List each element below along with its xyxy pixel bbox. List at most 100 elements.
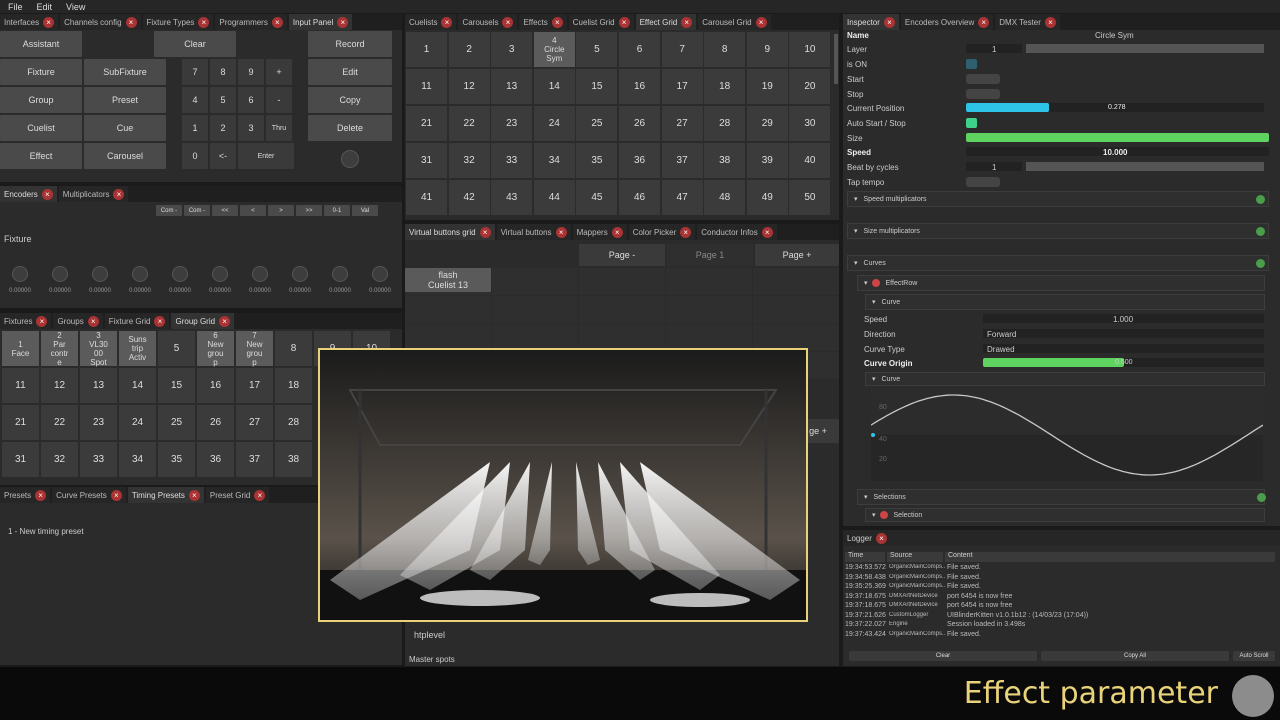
- close-tab-icon[interactable]: ×: [761, 226, 773, 238]
- effect-row-section[interactable]: ▾ EffectRow: [857, 275, 1265, 291]
- input-btn-carousel[interactable]: Carousel: [84, 143, 166, 169]
- logger-tab[interactable]: Logger ×: [843, 530, 1280, 546]
- is-on-toggle[interactable]: [966, 59, 977, 69]
- effect-cell-13[interactable]: 13: [491, 69, 533, 104]
- keypad-thru[interactable]: Thru: [266, 115, 292, 141]
- encoder-btn-2[interactable]: <<: [212, 205, 238, 216]
- group-cell-17[interactable]: 17: [236, 368, 273, 403]
- effect-cell-36[interactable]: 36: [619, 143, 660, 178]
- group-cell-12[interactable]: 12: [41, 368, 78, 403]
- close-tab-icon[interactable]: ×: [254, 489, 266, 501]
- close-tab-icon[interactable]: ×: [479, 226, 491, 238]
- vb-flash-cuelist-13[interactable]: flash Cuelist 13: [405, 268, 491, 292]
- effect-cell-33[interactable]: 33: [491, 143, 533, 178]
- effect-cell-34[interactable]: 34: [533, 143, 575, 178]
- effect-cell-17[interactable]: 17: [661, 69, 703, 104]
- effect-cell-15[interactable]: 15: [576, 69, 618, 104]
- vb-slot[interactable]: [492, 324, 578, 351]
- tab-cuelists[interactable]: Cuelists ×: [405, 14, 457, 30]
- input-btn-delete[interactable]: Delete: [308, 115, 392, 141]
- scrollbar[interactable]: [834, 34, 838, 84]
- menu-view[interactable]: View: [66, 2, 85, 12]
- add-speed-mult-icon[interactable]: [1256, 195, 1265, 204]
- keypad-1[interactable]: 1: [182, 115, 208, 141]
- effect-cell-47[interactable]: 47: [661, 180, 703, 215]
- close-tab-icon[interactable]: ×: [755, 16, 767, 28]
- effect-cell-28[interactable]: 28: [704, 106, 746, 141]
- tab-carousels[interactable]: Carousels ×: [458, 14, 518, 30]
- group-cell-13[interactable]: 13: [80, 368, 117, 403]
- tab-conductor-infos[interactable]: Conductor Infos ×: [697, 224, 777, 240]
- close-tab-icon[interactable]: ×: [271, 16, 283, 28]
- effect-cell-16[interactable]: 16: [619, 69, 660, 104]
- layer-stepper[interactable]: [1026, 44, 1264, 53]
- keypad-6[interactable]: 6: [238, 87, 264, 113]
- tab-fixture-types[interactable]: Fixture Types ×: [142, 14, 214, 30]
- effect-cell-14[interactable]: 14: [533, 69, 575, 104]
- tab-group-grid[interactable]: Group Grid ×: [171, 313, 235, 329]
- group-cell-5[interactable]: 5: [158, 331, 195, 366]
- vb-slot[interactable]: [666, 296, 752, 323]
- effect-cell-9[interactable]: 9: [746, 32, 788, 67]
- encoder-btn-7[interactable]: Val: [352, 205, 378, 216]
- tab-input-panel[interactable]: Input Panel ×: [288, 14, 353, 30]
- group-cell-32[interactable]: 36: [197, 442, 234, 477]
- effect-cell-38[interactable]: 38: [704, 143, 746, 178]
- power-icon[interactable]: [871, 279, 880, 287]
- effect-cell-46[interactable]: 46: [619, 180, 660, 215]
- effect-cell-27[interactable]: 27: [661, 106, 703, 141]
- input-btn-assistant[interactable]: Assistant: [0, 31, 82, 57]
- logger-auto-scroll-button[interactable]: Auto Scroll: [1233, 651, 1275, 661]
- tab-effects[interactable]: Effects ×: [519, 14, 567, 30]
- effect-cell-7[interactable]: 7: [661, 32, 703, 67]
- tab-cuelist-grid[interactable]: Cuelist Grid ×: [568, 14, 634, 30]
- effect-cell-12[interactable]: 12: [448, 69, 490, 104]
- group-cell-29[interactable]: 33: [80, 442, 117, 477]
- page-plus-button[interactable]: Page +: [755, 244, 839, 266]
- effect-cell-22[interactable]: 22: [448, 106, 490, 141]
- close-tab-icon[interactable]: ×: [113, 188, 125, 200]
- group-cell-19[interactable]: 21: [2, 405, 39, 440]
- effect-cell-40[interactable]: 40: [789, 143, 831, 178]
- close-tab-icon[interactable]: ×: [1044, 16, 1056, 28]
- close-tab-icon[interactable]: ×: [87, 315, 99, 327]
- encoder-knob-4[interactable]: [132, 266, 148, 282]
- group-cell-1[interactable]: 1 Face: [2, 331, 39, 366]
- vb-slot[interactable]: [753, 324, 839, 351]
- keypad-4[interactable]: 4: [182, 87, 208, 113]
- effect-cell-2[interactable]: 2: [448, 32, 490, 67]
- tab-encoders[interactable]: Encoders ×: [0, 186, 57, 202]
- tab-interfaces[interactable]: Interfaces ×: [0, 14, 59, 30]
- tap-tempo-button[interactable]: [966, 177, 1000, 187]
- keypad-3[interactable]: 3: [238, 115, 264, 141]
- close-tab-icon[interactable]: ×: [337, 16, 349, 28]
- effect-cell-10[interactable]: 10: [789, 32, 831, 67]
- page-minus-button[interactable]: Page -: [579, 244, 665, 266]
- group-cell-33[interactable]: 37: [236, 442, 273, 477]
- encoder-knob-1[interactable]: [12, 266, 28, 282]
- effect-cell-49[interactable]: 49: [746, 180, 788, 215]
- effect-cell-5[interactable]: 5: [576, 32, 618, 67]
- group-cell-20[interactable]: 22: [41, 405, 78, 440]
- group-cell-25[interactable]: 27: [236, 405, 273, 440]
- tab-effect-grid[interactable]: Effect Grid ×: [635, 14, 697, 30]
- effect-cell-4[interactable]: 4 Circle Sym: [533, 32, 575, 67]
- close-tab-icon[interactable]: ×: [198, 16, 210, 28]
- group-cell-27[interactable]: 31: [2, 442, 39, 477]
- tab-encoders-overview[interactable]: Encoders Overview ×: [900, 14, 994, 30]
- encoder-knob-7[interactable]: [252, 266, 268, 282]
- tab-multiplicators[interactable]: Multiplicators ×: [58, 186, 129, 202]
- curves-section[interactable]: ▾ Curves: [847, 255, 1269, 271]
- vb-slot[interactable]: [579, 268, 665, 295]
- effect-cell-31[interactable]: 31: [406, 143, 447, 178]
- group-cell-8[interactable]: 8: [275, 331, 312, 366]
- effect-cell-23[interactable]: 23: [491, 106, 533, 141]
- auto-start-toggle[interactable]: [966, 118, 977, 128]
- tab-fixtures[interactable]: Fixtures ×: [0, 313, 52, 329]
- logger-clear-button[interactable]: Clear: [849, 651, 1037, 661]
- vb-slot[interactable]: [492, 268, 578, 295]
- vb-slot[interactable]: [753, 296, 839, 323]
- group-cell-31[interactable]: 35: [158, 442, 195, 477]
- effect-cell-6[interactable]: 6: [619, 32, 660, 67]
- effect-cell-30[interactable]: 30: [789, 106, 831, 141]
